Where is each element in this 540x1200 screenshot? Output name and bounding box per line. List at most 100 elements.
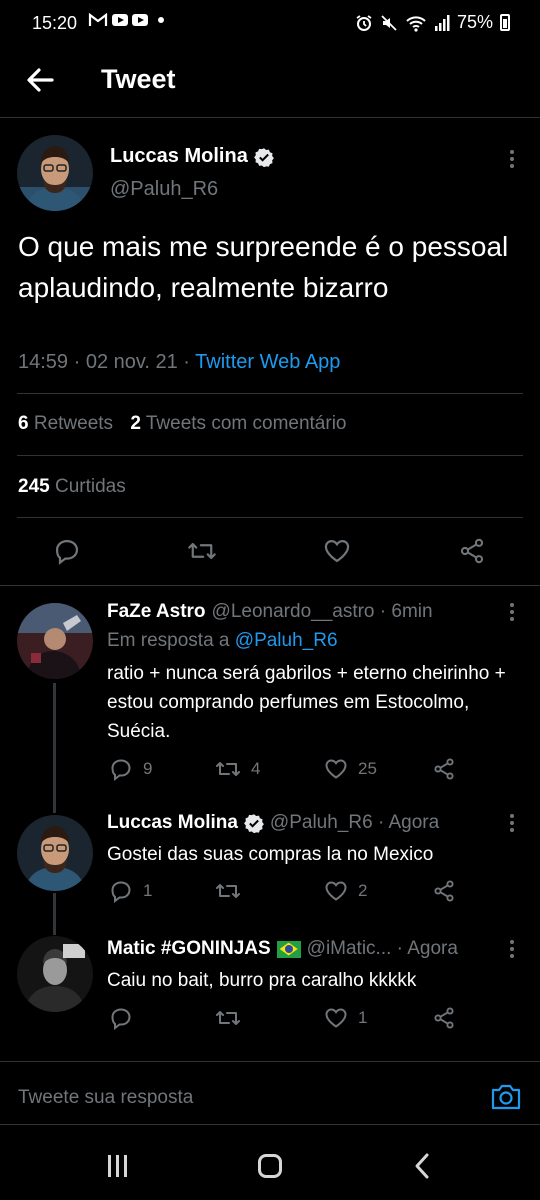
like-count: 25 [358,759,377,778]
author-name[interactable]: Luccas Molina [110,145,248,168]
reply-count: 9 [143,759,153,778]
page-title: Tweet [101,64,176,94]
top-app-bar: Tweet [0,50,540,116]
status-notification-icons [88,12,164,28]
reply-more-options-icon[interactable] [507,603,517,621]
tweet-source-link[interactable]: Twitter Web App [195,351,340,373]
replies-divider [0,585,540,586]
tweet-text: O que mais me surpreende é o pessoal apl… [18,231,509,303]
compose-divider [0,1061,540,1062]
reply-more-options-icon[interactable] [507,814,517,832]
retweet-count: 4 [251,759,261,778]
home-icon[interactable] [258,1154,282,1178]
retweet-button[interactable] [187,537,217,565]
retweet-icon [216,762,240,776]
main-tweet-avatar[interactable] [17,135,93,211]
battery-percent: 75% [456,12,493,32]
heart-icon [325,881,347,901]
stats-divider-top [17,393,523,394]
tweet-metadata: 14:59 · 02 nov. 21 · Twitter Web App [18,351,340,374]
battery-icon [500,14,510,31]
reply-button[interactable]: 9 [109,757,152,781]
author-handle[interactable]: @Paluh_R6 [110,178,218,201]
reply-to-line: Em resposta a @Paluh_R6 [107,630,338,651]
reply-author-name[interactable]: Luccas Molina [107,812,238,834]
reply-button[interactable] [109,1006,143,1030]
reply-actions: 9 4 25 [0,757,540,783]
share-icon [460,538,484,564]
youtube-icon [112,14,128,26]
header-divider [0,117,540,118]
main-tweet-author[interactable]: Luccas Molina [110,145,274,168]
like-button[interactable]: 1 [324,1006,367,1030]
share-button[interactable] [458,537,486,565]
brazil-flag-icon [276,940,301,958]
main-tweet-actions [0,537,540,569]
reply-author-name[interactable]: Matic #GONINJAS [107,938,271,960]
share-button[interactable] [432,1006,456,1030]
recent-apps-icon[interactable] [108,1155,127,1177]
reply-header: Luccas Molina @Paluh_R6 · Agora [107,812,439,834]
quotes-stat[interactable]: 2 Tweets com comentário [130,413,346,434]
reply-avatar[interactable] [17,603,93,679]
reply-to-handle-link[interactable]: @Paluh_R6 [235,630,338,651]
verified-badge-icon [253,147,274,167]
retweets-stat[interactable]: 6 Retweets [18,413,113,434]
reply-icon [111,759,131,781]
stats-divider-mid [17,455,523,456]
stats-divider-bottom [17,517,523,518]
heart-icon [325,759,347,779]
like-count: 2 [358,881,368,900]
more-options-icon[interactable] [507,150,517,168]
compose-bottom-divider [0,1124,540,1125]
notification-dot-icon [158,17,164,23]
reply-count: 1 [143,881,153,900]
like-button[interactable] [323,537,351,565]
status-system-icons: 75% [355,12,510,33]
reply-actions: 1 [0,1006,540,1032]
reply-text: Caiu no bait, burro pra caralho kkkkk [107,970,417,991]
like-count: 1 [358,1008,368,1027]
mute-icon [381,14,397,31]
reply-handle-time[interactable]: @Paluh_R6 · Agora [270,812,439,834]
share-icon [434,758,454,780]
reply-more-options-icon[interactable] [507,940,517,958]
retweet-stats: 6 Retweets 2 Tweets com comentário [18,413,347,435]
reply-icon [55,539,79,565]
thread-connector [53,683,56,813]
reply-text: Gostei das suas compras la no Mexico [107,844,434,865]
reply-button[interactable] [53,537,81,565]
retweet-button[interactable]: 4 [215,757,260,781]
likes-stat[interactable]: 245 Curtidas [18,476,126,498]
back-arrow-icon[interactable] [22,62,58,98]
retweet-icon [216,1011,240,1025]
reply-author-name[interactable]: FaZe Astro [107,601,206,623]
reply-actions: 1 2 [0,879,540,905]
tweet-timestamp: 14:59 · 02 nov. 21 · [18,351,196,373]
share-icon [434,880,454,902]
camera-icon[interactable] [490,1082,522,1112]
youtube-icon [132,14,148,26]
reply-handle-time[interactable]: @iMatic... · Agora [307,938,458,960]
alarm-icon [356,14,372,31]
share-icon [434,1007,454,1029]
retweet-button[interactable] [215,1006,251,1030]
share-button[interactable] [432,757,456,781]
like-button[interactable]: 25 [324,757,377,781]
retweet-button[interactable] [215,879,251,903]
status-time: 15:20 [32,13,78,33]
heart-icon [324,539,350,563]
reply-compose-input[interactable]: Tweete sua resposta [18,1087,193,1109]
reply-button[interactable]: 1 [109,879,152,903]
reply-avatar[interactable] [17,936,93,1012]
reply-header: Matic #GONINJAS @iMatic... · Agora [107,938,458,960]
reply-text: ratio + nunca será gabrilos + eterno che… [107,663,506,742]
nav-back-icon[interactable] [412,1152,432,1180]
system-nav-bar [0,1130,540,1200]
signal-icon [434,14,450,31]
like-button[interactable]: 2 [324,879,367,903]
share-button[interactable] [432,879,456,903]
reply-handle-time[interactable]: @Leonardo__astro · 6min [212,601,433,623]
retweet-icon [216,884,240,898]
reply-icon [111,881,131,903]
